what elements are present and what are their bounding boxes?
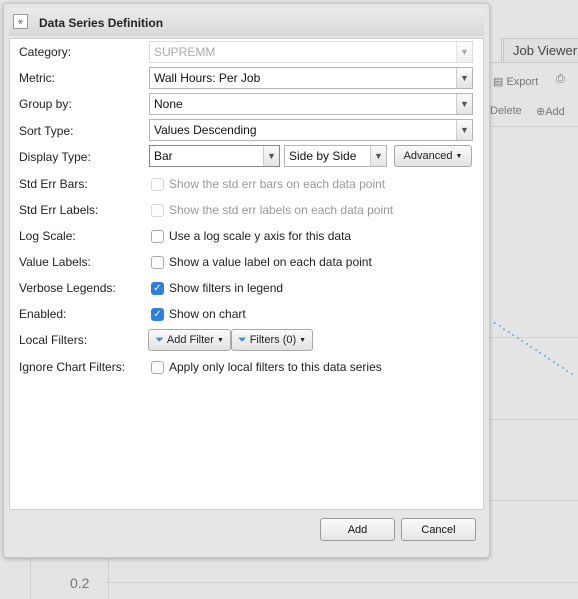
display-type-select[interactable]: Bar ▼ (149, 145, 280, 167)
chevron-down-icon: ▼ (456, 120, 472, 140)
value-labels-text: Show a value label on each data point (169, 255, 372, 269)
chevron-down-icon: ▼ (263, 146, 279, 166)
log-scale-label: Log Scale: (19, 229, 76, 243)
add-data-icon: ⊕ (536, 106, 546, 118)
std-err-bars-checkbox[interactable] (151, 178, 164, 191)
metric-label: Metric: (19, 71, 55, 85)
delete-button[interactable]: Delete (490, 105, 522, 117)
category-select[interactable]: SUPREMM ▼ (149, 41, 473, 63)
print-icon[interactable]: ⎙ (556, 73, 565, 86)
sort-type-label: Sort Type: (19, 124, 74, 138)
add-data-button[interactable]: ⊕Add (536, 105, 565, 118)
chart-add-icon: ⚹ (13, 14, 28, 29)
series-dot (534, 349, 537, 351)
divider (490, 62, 578, 63)
series-dot (498, 325, 501, 327)
value-labels-checkbox[interactable] (151, 256, 164, 269)
series-dot (503, 328, 505, 330)
std-err-bars-label: Std Err Bars: (19, 177, 88, 191)
verbose-legends-checkbox[interactable]: ✓ (151, 282, 164, 295)
series-dot (543, 355, 546, 357)
local-filters-label: Local Filters: (19, 333, 88, 347)
caret-down-icon: ▼ (216, 336, 224, 344)
dialog-body: Category: SUPREMM ▼ Metric: Wall Hours: P… (9, 38, 484, 510)
dialog-header: ⚹ Data Series Definition (9, 8, 484, 36)
advanced-button[interactable]: Advanced ▼ (394, 145, 472, 167)
series-dot (566, 370, 568, 372)
filter-icon: ⏷ (237, 333, 247, 346)
series-dot (539, 352, 541, 354)
verbose-legends-text: Show filters in legend (169, 281, 284, 295)
filters-button[interactable]: ⏷ Filters (0) ▼ (231, 329, 313, 351)
chevron-down-icon: ▼ (456, 68, 472, 88)
log-scale-checkbox[interactable] (151, 230, 164, 243)
verbose-legends-label: Verbose Legends: (19, 281, 116, 295)
std-err-labels-checkbox[interactable] (151, 204, 164, 217)
cancel-button[interactable]: Cancel (401, 518, 476, 541)
gridline (106, 582, 578, 583)
add-filter-button[interactable]: ⏷ Add Filter ▼ (148, 329, 231, 351)
metric-select[interactable]: Wall Hours: Per Job ▼ (149, 67, 473, 89)
divider (490, 126, 578, 127)
dialog-title: Data Series Definition (39, 16, 164, 30)
y-axis-tick: 0.2 (70, 575, 90, 591)
std-err-labels-label: Std Err Labels: (19, 203, 99, 217)
enabled-label: Enabled: (19, 307, 67, 321)
series-dot (548, 358, 550, 360)
checkmark-icon: ✓ (153, 283, 162, 294)
background-tab[interactable] (490, 38, 502, 62)
export-icon: ▤ (493, 76, 507, 88)
ignore-chart-filters-checkbox[interactable] (151, 361, 164, 374)
series-dot (570, 373, 573, 375)
combine-type-select[interactable]: Side by Side ▼ (284, 145, 387, 167)
job-viewer-tab[interactable]: Job Viewer (503, 38, 578, 62)
series-dot (521, 340, 523, 342)
checkmark-icon: ✓ (153, 309, 162, 320)
display-type-label: Display Type: (19, 150, 91, 164)
add-button[interactable]: Add (320, 518, 395, 541)
std-err-bars-text: Show the std err bars on each data point (169, 177, 386, 191)
category-label: Category: (19, 45, 72, 59)
series-dot (512, 334, 514, 336)
series-dot (507, 331, 510, 333)
ignore-chart-filters-text: Apply only local filters to this data se… (169, 360, 382, 374)
series-dot (494, 322, 496, 324)
std-err-labels-text: Show the std err labels on each data poi… (169, 203, 394, 217)
filter-add-icon: ⏷ (155, 333, 164, 346)
caret-down-icon: ▼ (455, 152, 463, 160)
log-scale-text: Use a log scale y axis for this data (169, 229, 352, 243)
series-dot (530, 346, 532, 348)
series-dot (557, 364, 559, 366)
value-labels-label: Value Labels: (19, 255, 91, 269)
chevron-down-icon: ▼ (456, 42, 472, 62)
series-dot (516, 337, 519, 339)
group-by-label: Group by: (19, 97, 72, 111)
ignore-chart-filters-label: Ignore Chart Filters: (19, 360, 126, 374)
series-dot (561, 367, 564, 369)
chevron-down-icon: ▼ (370, 146, 386, 166)
enabled-text: Show on chart (169, 307, 246, 321)
series-dot (552, 361, 555, 363)
group-by-select[interactable]: None ▼ (149, 93, 473, 115)
caret-down-icon: ▼ (299, 336, 307, 344)
enabled-checkbox[interactable]: ✓ (151, 308, 164, 321)
series-dot (525, 343, 528, 345)
chevron-down-icon: ▼ (456, 94, 472, 114)
sort-type-select[interactable]: Values Descending ▼ (149, 119, 473, 141)
export-button[interactable]: ▤ Export (493, 75, 538, 88)
